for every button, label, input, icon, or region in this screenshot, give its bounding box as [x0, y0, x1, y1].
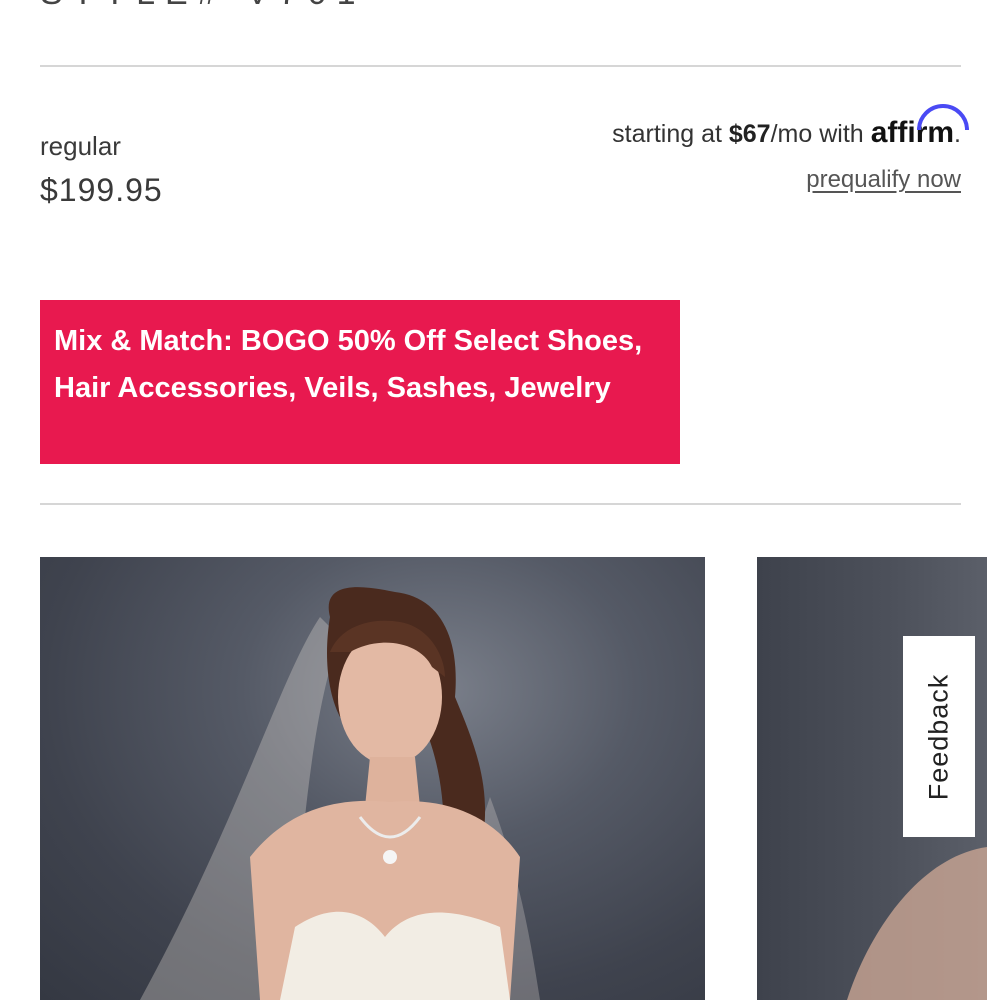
affirm-financing-line: starting at $67 /mo with affirm . — [612, 104, 969, 150]
style-code: STYLE# V701 — [40, 0, 365, 13]
affirm-logo: affirm — [870, 104, 969, 150]
financing-suffix: /mo with — [770, 120, 864, 148]
affirm-logo-text: affirm — [870, 116, 955, 149]
prequalify-link[interactable]: prequalify now — [806, 166, 961, 194]
financing-prefix: starting at — [612, 120, 729, 148]
promo-text: Mix & Match: BOGO 50% Off Select Shoes, … — [54, 325, 643, 404]
bride-photo-illustration — [140, 587, 540, 1000]
feedback-label: Feedback — [923, 673, 954, 800]
product-photo-main[interactable] — [40, 557, 705, 1000]
promo-banner[interactable]: Mix & Match: BOGO 50% Off Select Shoes, … — [40, 300, 680, 464]
bottom-divider — [40, 503, 961, 505]
affirm-period: . — [954, 120, 961, 148]
top-divider — [40, 65, 961, 67]
price-value: $199.95 — [40, 172, 163, 208]
feedback-tab[interactable]: Feedback — [903, 636, 975, 837]
price-label: regular — [40, 131, 121, 161]
financing-amount: $67 — [728, 120, 771, 148]
